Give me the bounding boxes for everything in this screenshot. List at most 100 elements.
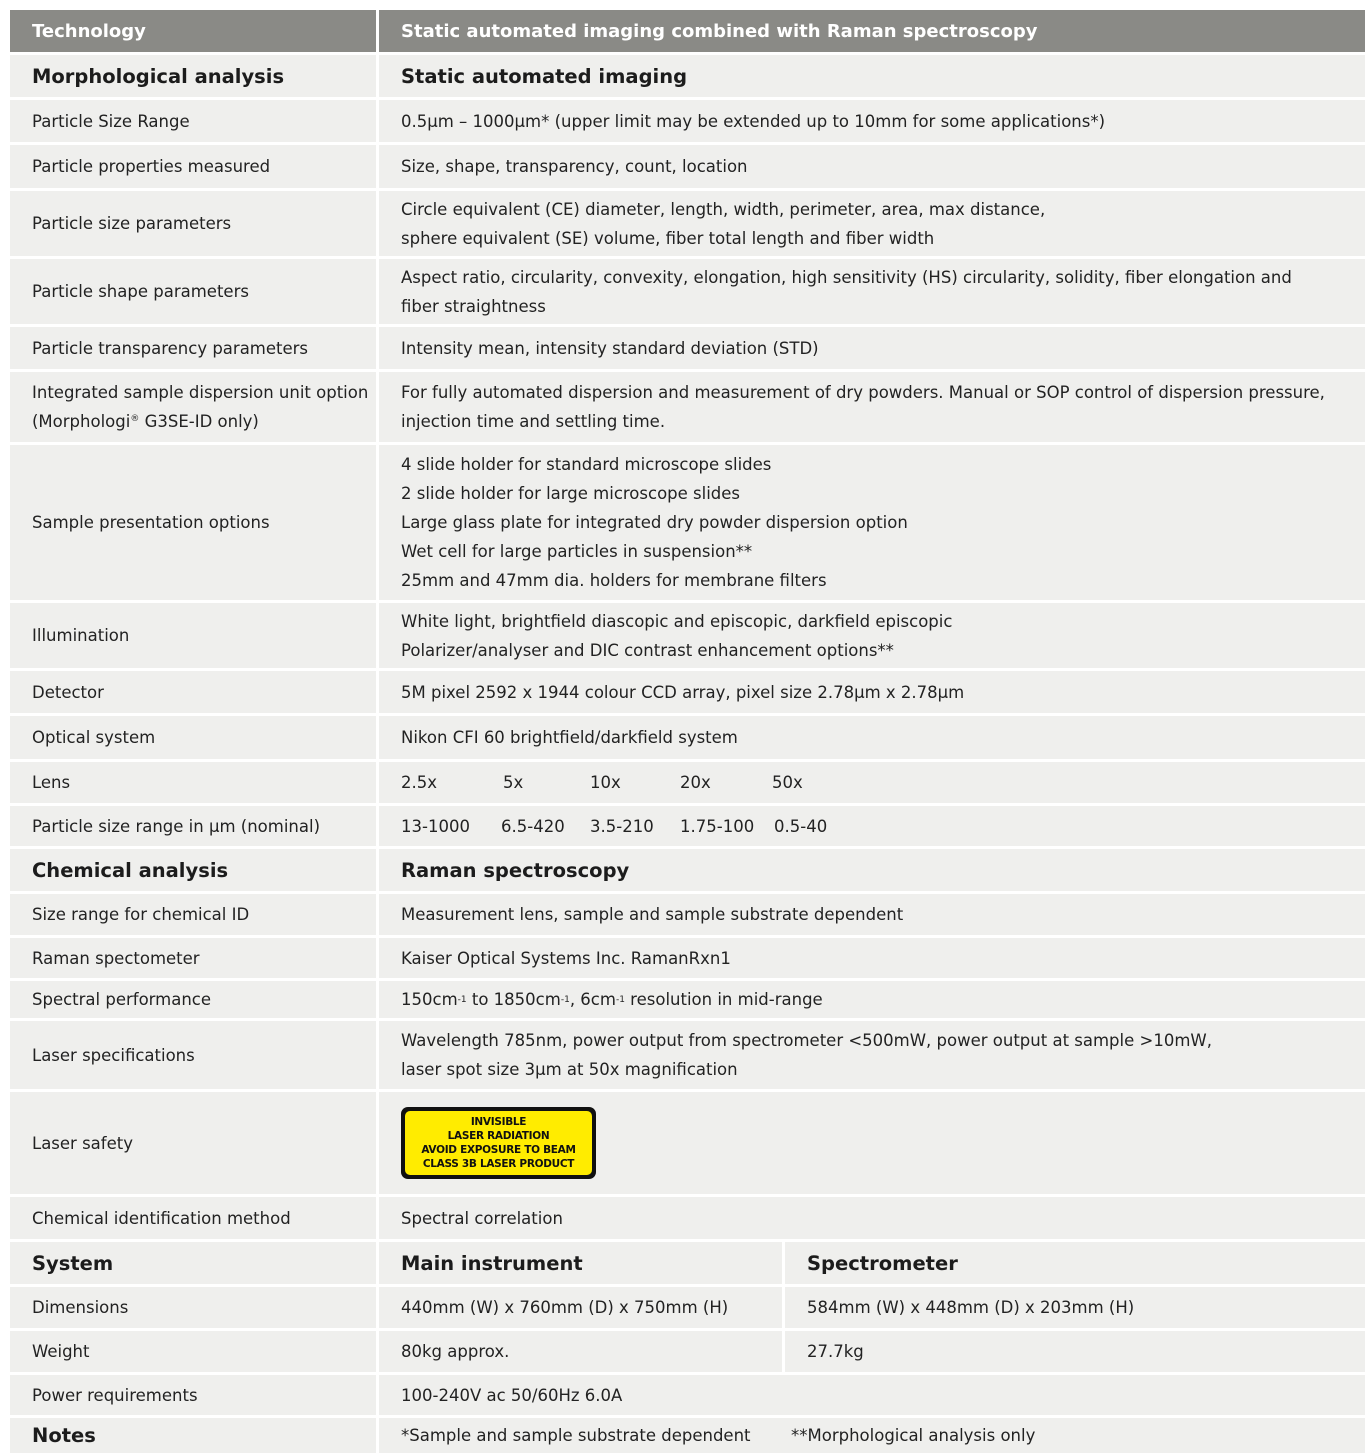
table-row: Weight 80kg approx. 27.7kg	[10, 1331, 1365, 1372]
section-value: Static automated imaging	[379, 55, 1365, 97]
lens-value: 10x	[590, 773, 621, 792]
value-line: sphere equivalent (SE) volume, fiber tot…	[401, 228, 935, 248]
sign-line: LASER RADIATION	[447, 1130, 550, 1142]
section-row-chemical: Chemical analysis Raman spectroscopy	[10, 849, 1365, 891]
value-line: White light, brightfield diascopic and e…	[401, 611, 953, 631]
value-line: 4 slide holder for standard microscope s…	[401, 455, 772, 474]
table-row: Detector 5M pixel 2592 x 1944 colour CCD…	[10, 671, 1365, 713]
table-row: Illumination White light, brightfield di…	[10, 603, 1365, 668]
row-value: 27.7kg	[785, 1331, 1365, 1372]
lens-value: 20x	[680, 773, 711, 792]
row-label: Dimensions	[10, 1287, 376, 1328]
lens-value: 2.5x	[401, 773, 438, 792]
section-value: Spectrometer	[785, 1242, 1365, 1284]
table-header-row: Technology Static automated imaging comb…	[10, 10, 1365, 52]
table-row: Raman spectometer Kaiser Optical Systems…	[10, 938, 1365, 978]
row-value: 80kg approx.	[379, 1331, 782, 1372]
row-label: Size range for chemical ID	[10, 894, 376, 935]
value-line: fiber straightness	[401, 296, 546, 316]
table-row: Integrated sample dispersion unit option…	[10, 372, 1365, 442]
section-label: Morphological analysis	[10, 55, 376, 97]
row-label: Particle size parameters	[10, 191, 376, 256]
table-row: Laser safety INVISIBLE LASER RADIATION A…	[10, 1092, 1365, 1194]
row-value: 2.5x 5x 10x 20x 50x	[379, 762, 1365, 803]
value-line: Polarizer/analyser and DIC contrast enha…	[401, 640, 894, 660]
sign-line: CLASS 3B LASER PRODUCT	[422, 1158, 575, 1170]
row-value: Size, shape, transparency, count, locati…	[379, 145, 1365, 188]
row-value: 100-240V ac 50/60Hz 6.0A	[379, 1375, 1365, 1415]
row-value: Circle equivalent (CE) diameter, length,…	[379, 191, 1365, 256]
row-label: Particle shape parameters	[10, 259, 376, 324]
sign-line: AVOID EXPOSURE TO BEAM	[421, 1144, 576, 1156]
row-label: Chemical identification method	[10, 1197, 376, 1239]
size-range-value: 1.75-100	[680, 816, 755, 836]
row-label: Illumination	[10, 603, 376, 668]
size-range-value: 13-1000	[401, 816, 470, 836]
section-row-morphological: Morphological analysis Static automated …	[10, 55, 1365, 97]
row-label: Particle transparency parameters	[10, 327, 376, 369]
row-value: For fully automated dispersion and measu…	[379, 372, 1365, 442]
size-range-value: 3.5-210	[590, 816, 654, 836]
row-label: Laser safety	[10, 1092, 376, 1194]
registered-mark: ®	[130, 414, 140, 424]
table-row: Particle transparency parameters Intensi…	[10, 327, 1365, 369]
row-label: Integrated sample dispersion unit option…	[10, 372, 376, 442]
lens-value: 50x	[772, 773, 803, 792]
row-value: 440mm (W) x 760mm (D) x 750mm (H)	[379, 1287, 782, 1328]
row-label: Particle properties measured	[10, 145, 376, 188]
section-label: System	[10, 1242, 376, 1284]
row-value: Nikon CFI 60 brightfield/darkfield syste…	[379, 716, 1365, 759]
sign-line: INVISIBLE	[470, 1116, 527, 1128]
header-technology: Technology	[10, 10, 376, 52]
value-line: Wavelength 785nm, power output from spec…	[401, 1031, 1212, 1050]
row-value: 5M pixel 2592 x 1944 colour CCD array, p…	[379, 671, 1365, 713]
value-line: laser spot size 3µm at 50x magnification	[401, 1060, 738, 1079]
table-row: Optical system Nikon CFI 60 brightfield/…	[10, 716, 1365, 759]
section-row-notes: Notes *Sample and sample substrate depen…	[10, 1418, 1365, 1453]
table-row: Spectral performance 150cm -1 to 1850cm -1…	[10, 981, 1365, 1018]
value-line: Wet cell for large particles in suspensi…	[401, 542, 753, 561]
row-value: Intensity mean, intensity standard devia…	[379, 327, 1365, 369]
section-value: Main instrument	[379, 1242, 782, 1284]
row-label: Optical system	[10, 716, 376, 759]
row-value: 150cm -1 to 1850cm -1, 6cm -1 resolution in…	[379, 981, 1365, 1018]
row-value: 4 slide holder for standard microscope s…	[379, 445, 1365, 600]
row-value: Kaiser Optical Systems Inc. RamanRxn1	[379, 938, 1365, 978]
table-row: Lens 2.5x 5x 10x 20x 50x	[10, 762, 1365, 803]
row-value: 0.5µm – 1000µm* (upper limit may be exte…	[379, 100, 1365, 142]
row-value: White light, brightfield diascopic and e…	[379, 603, 1365, 668]
lens-value: 5x	[503, 773, 524, 792]
label-line: Integrated sample dispersion unit option	[32, 383, 369, 402]
value-line: 2 slide holder for large microscope slid…	[401, 484, 741, 503]
size-range-value: 6.5-420	[501, 816, 565, 836]
value-line: injection time and settling time.	[401, 412, 666, 431]
section-label: Chemical analysis	[10, 849, 376, 891]
row-label: Raman spectometer	[10, 938, 376, 978]
row-label: Spectral performance	[10, 981, 376, 1018]
value-line: 25mm and 47mm dia. holders for membrane …	[401, 571, 827, 590]
laser-warning-sign: INVISIBLE LASER RADIATION AVOID EXPOSURE…	[401, 1107, 596, 1179]
label-line: (Morphologi® G3SE-ID only)	[32, 412, 259, 431]
value-line: Large glass plate for integrated dry pow…	[401, 513, 908, 532]
row-value: Wavelength 785nm, power output from spec…	[379, 1021, 1365, 1089]
row-label: Particle Size Range	[10, 100, 376, 142]
table-row: Chemical identification method Spectral …	[10, 1197, 1365, 1239]
note: *Sample and sample substrate dependent	[401, 1426, 751, 1445]
row-value: INVISIBLE LASER RADIATION AVOID EXPOSURE…	[379, 1092, 1365, 1194]
row-label: Weight	[10, 1331, 376, 1372]
row-value: Aspect ratio, circularity, convexity, el…	[379, 259, 1365, 324]
row-label: Detector	[10, 671, 376, 713]
table-row: Particle shape parameters Aspect ratio, …	[10, 259, 1365, 324]
section-label: Notes	[10, 1418, 376, 1453]
row-label: Sample presentation options	[10, 445, 376, 600]
row-value: Spectral correlation	[379, 1197, 1365, 1239]
header-technology-value: Static automated imaging combined with R…	[379, 10, 1365, 52]
row-value: 13-1000 6.5-420 3.5-210 1.75-100 0.5-40	[379, 806, 1365, 846]
row-label: Power requirements	[10, 1375, 376, 1415]
value-line: Circle equivalent (CE) diameter, length,…	[401, 199, 1046, 219]
table-row: Particle Size Range 0.5µm – 1000µm* (upp…	[10, 100, 1365, 142]
row-label: Laser specifications	[10, 1021, 376, 1089]
table-row: Size range for chemical ID Measurement l…	[10, 894, 1365, 935]
notes-value: *Sample and sample substrate dependent *…	[379, 1418, 1365, 1453]
section-value: Raman spectroscopy	[379, 849, 1365, 891]
